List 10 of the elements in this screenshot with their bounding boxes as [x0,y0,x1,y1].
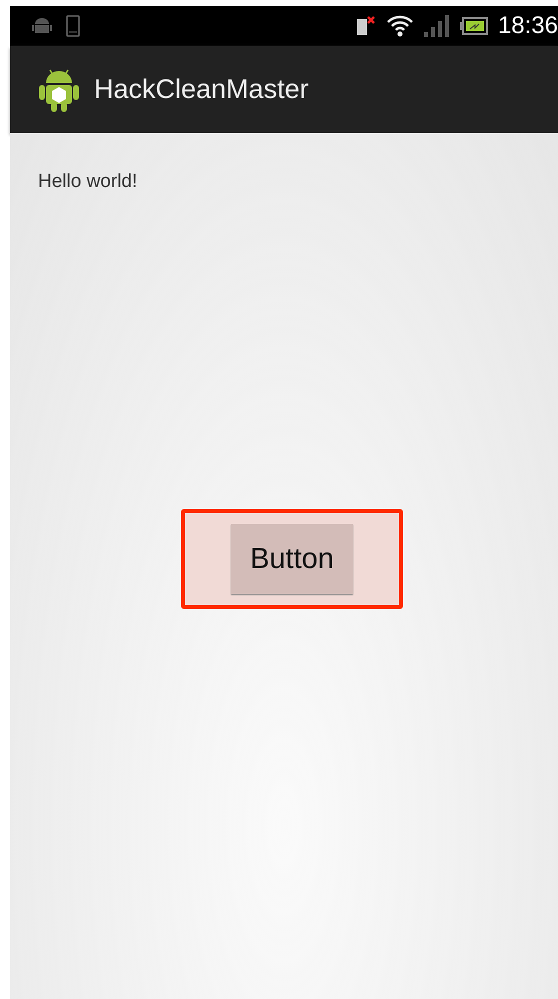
wifi-icon [386,14,414,38]
clock-time: 18:36 [498,12,558,40]
hello-text: Hello world! [38,171,138,193]
battery-icon [460,17,488,35]
button[interactable]: Button [231,524,353,594]
sim-missing-icon [356,15,376,37]
signal-icon [424,14,450,38]
phone-icon [66,15,80,37]
app-title: HackCleanMaster [94,74,309,105]
android-icon [32,17,52,35]
